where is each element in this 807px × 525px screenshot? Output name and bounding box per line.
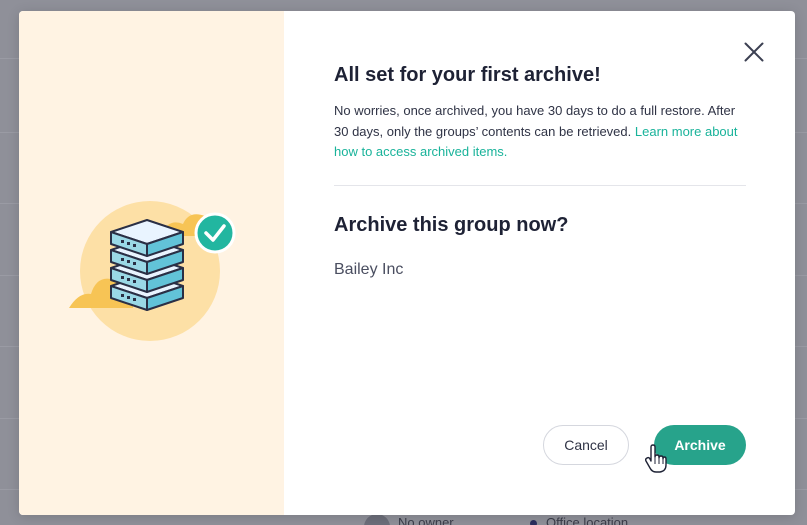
owner-avatar xyxy=(364,514,390,525)
confirm-question: Archive this group now? xyxy=(334,214,569,236)
close-icon[interactable] xyxy=(741,39,767,65)
cancel-button[interactable]: Cancel xyxy=(543,425,629,465)
archive-server-illustration xyxy=(69,201,236,341)
group-name: Bailey Inc xyxy=(334,261,404,278)
archive-button[interactable]: Archive xyxy=(654,425,746,465)
archive-dialog: All set for your first archive! No worri… xyxy=(19,11,795,515)
dialog-description: No worries, once archived, you have 30 d… xyxy=(334,101,746,163)
illustration-panel xyxy=(19,11,284,515)
owner-text: No owner xyxy=(398,515,454,525)
location-dot-icon xyxy=(530,520,537,525)
location-text: Office location xyxy=(546,515,629,525)
content-divider xyxy=(334,185,746,186)
hand-pointer-cursor-icon xyxy=(645,444,667,473)
dialog-title: All set for your first archive! xyxy=(334,64,601,86)
